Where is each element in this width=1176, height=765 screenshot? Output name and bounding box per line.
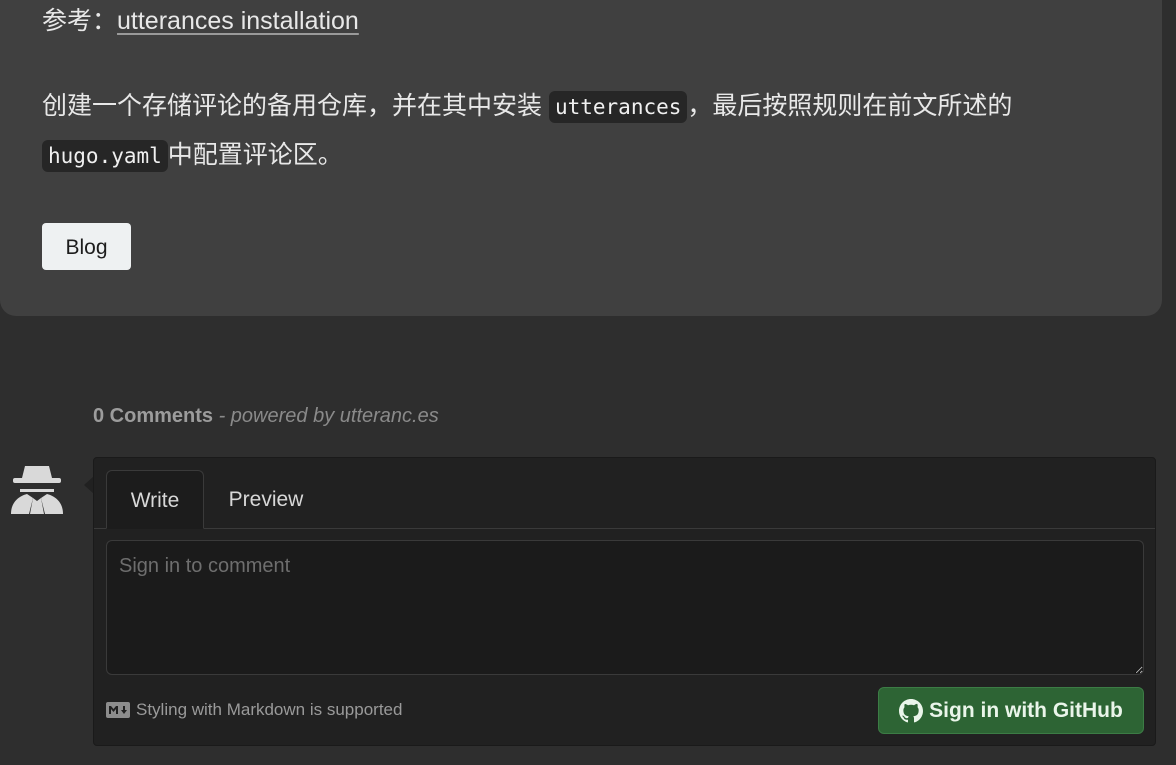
tab-strip-divider bbox=[94, 528, 1155, 529]
tab-write[interactable]: Write bbox=[106, 470, 204, 529]
anonymous-user-icon bbox=[7, 462, 67, 518]
markdown-icon bbox=[106, 702, 130, 718]
article-paragraph: 创建一个存储评论的备用仓库，并在其中安装 utterances ，最后按照规则在前… bbox=[42, 82, 1122, 180]
github-icon bbox=[899, 698, 924, 722]
comments-count: 0 Comments bbox=[93, 405, 214, 427]
comments-header: 0 Comments - powered by utteranc.es bbox=[93, 402, 439, 430]
powered-by-link[interactable]: - powered by utteranc.es bbox=[219, 405, 439, 427]
paragraph-text-3: 中配置评论区。 bbox=[167, 141, 343, 169]
reference-prefix: 参考： bbox=[42, 7, 118, 35]
paragraph-text-1: 创建一个存储评论的备用仓库，并在其中安装 bbox=[42, 92, 543, 120]
sign-in-label: Sign in with GitHub bbox=[929, 698, 1123, 722]
tab-preview[interactable]: Preview bbox=[218, 470, 314, 528]
inline-code-utterances: utterances bbox=[548, 91, 688, 123]
sign-in-with-github-button[interactable]: Sign in with GitHub bbox=[878, 687, 1144, 734]
comment-box: Write Preview Styling with Markdown is s… bbox=[93, 457, 1156, 746]
comment-textarea[interactable] bbox=[106, 540, 1144, 675]
reference-line: 参考：utterances installation bbox=[42, 4, 359, 38]
article-card: 参考：utterances installation 创建一个存储评论的备用仓库… bbox=[0, 0, 1162, 316]
paragraph-text-2: ，最后按照规则在前文所述的 bbox=[687, 92, 1013, 120]
markdown-hint-link[interactable]: Styling with Markdown is supported bbox=[106, 698, 402, 722]
markdown-hint-text: Styling with Markdown is supported bbox=[136, 700, 403, 719]
inline-code-hugo-yaml: hugo.yaml bbox=[42, 140, 168, 172]
page: 参考：utterances installation 创建一个存储评论的备用仓库… bbox=[0, 0, 1176, 765]
utterances-installation-link[interactable]: utterances installation bbox=[117, 7, 359, 35]
tag-blog-button[interactable]: Blog bbox=[42, 223, 131, 270]
